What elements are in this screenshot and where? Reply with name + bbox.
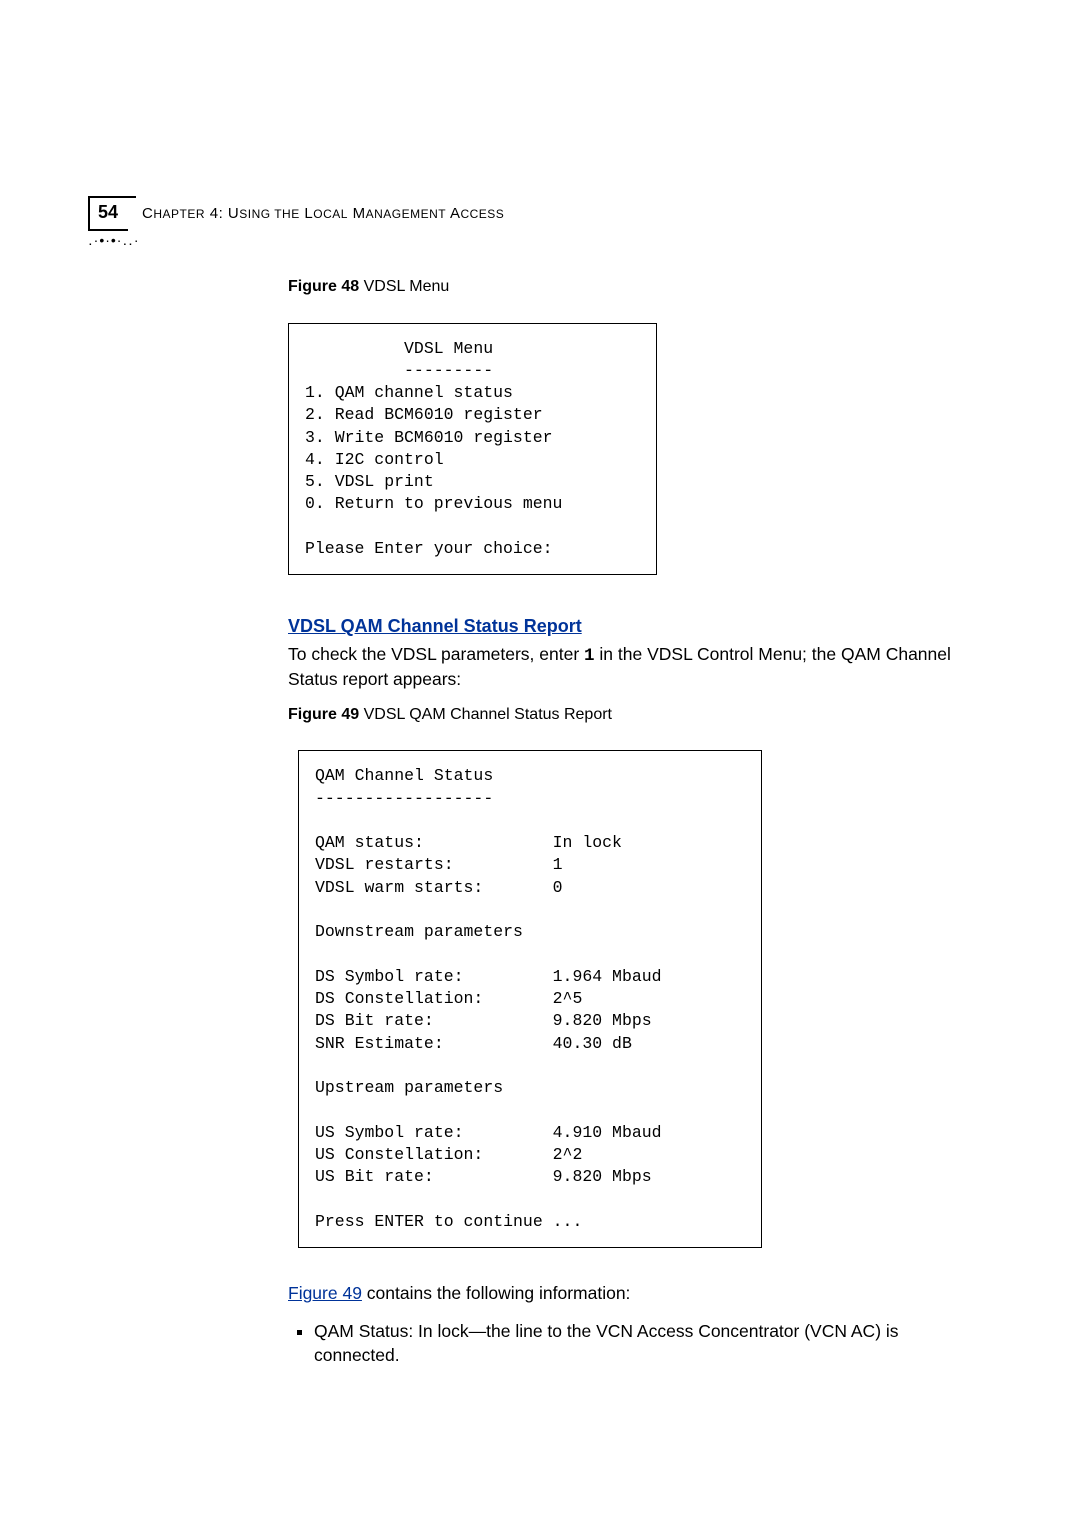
figure-48-caption: Figure 48 VDSL Menu bbox=[288, 278, 988, 296]
figure-49-ref-link[interactable]: Figure 49 bbox=[288, 1283, 362, 1303]
figure-49-title: VDSL QAM Channel Status Report bbox=[359, 706, 612, 723]
figure-49-number: Figure 49 bbox=[288, 706, 359, 723]
info-list: QAM Status: In lock—the line to the VCN … bbox=[288, 1320, 988, 1367]
intro-text-before: To check the VDSL parameters, enter bbox=[288, 644, 584, 664]
vdsl-menu-terminal: VDSL Menu --------- 1. QAM channel statu… bbox=[288, 323, 657, 576]
list-item: QAM Status: In lock—the line to the VCN … bbox=[314, 1320, 988, 1367]
figure-49-caption: Figure 49 VDSL QAM Channel Status Report bbox=[288, 706, 988, 724]
qam-status-terminal: QAM Channel Status ------------------ QA… bbox=[298, 750, 762, 1248]
figure-48-title: VDSL Menu bbox=[359, 278, 449, 295]
decorative-dots-icon: ․·•·•·․․· bbox=[88, 232, 140, 249]
vdsl-qam-status-heading[interactable]: VDSL QAM Channel Status Report bbox=[288, 616, 988, 637]
page-number: 54 bbox=[88, 198, 128, 231]
after-ref-line: Figure 49 contains the following informa… bbox=[288, 1282, 988, 1306]
intro-paragraph: To check the VDSL parameters, enter 1 in… bbox=[288, 643, 988, 692]
intro-key: 1 bbox=[584, 646, 595, 666]
figure-48-number: Figure 48 bbox=[288, 278, 359, 295]
chapter-title: CHAPTER 4: USING THE LOCAL MANAGEMENT AC… bbox=[142, 205, 504, 224]
page-header: 54 CHAPTER 4: USING THE LOCAL MANAGEMENT… bbox=[88, 196, 992, 231]
after-ref-rest: contains the following information: bbox=[362, 1283, 630, 1303]
